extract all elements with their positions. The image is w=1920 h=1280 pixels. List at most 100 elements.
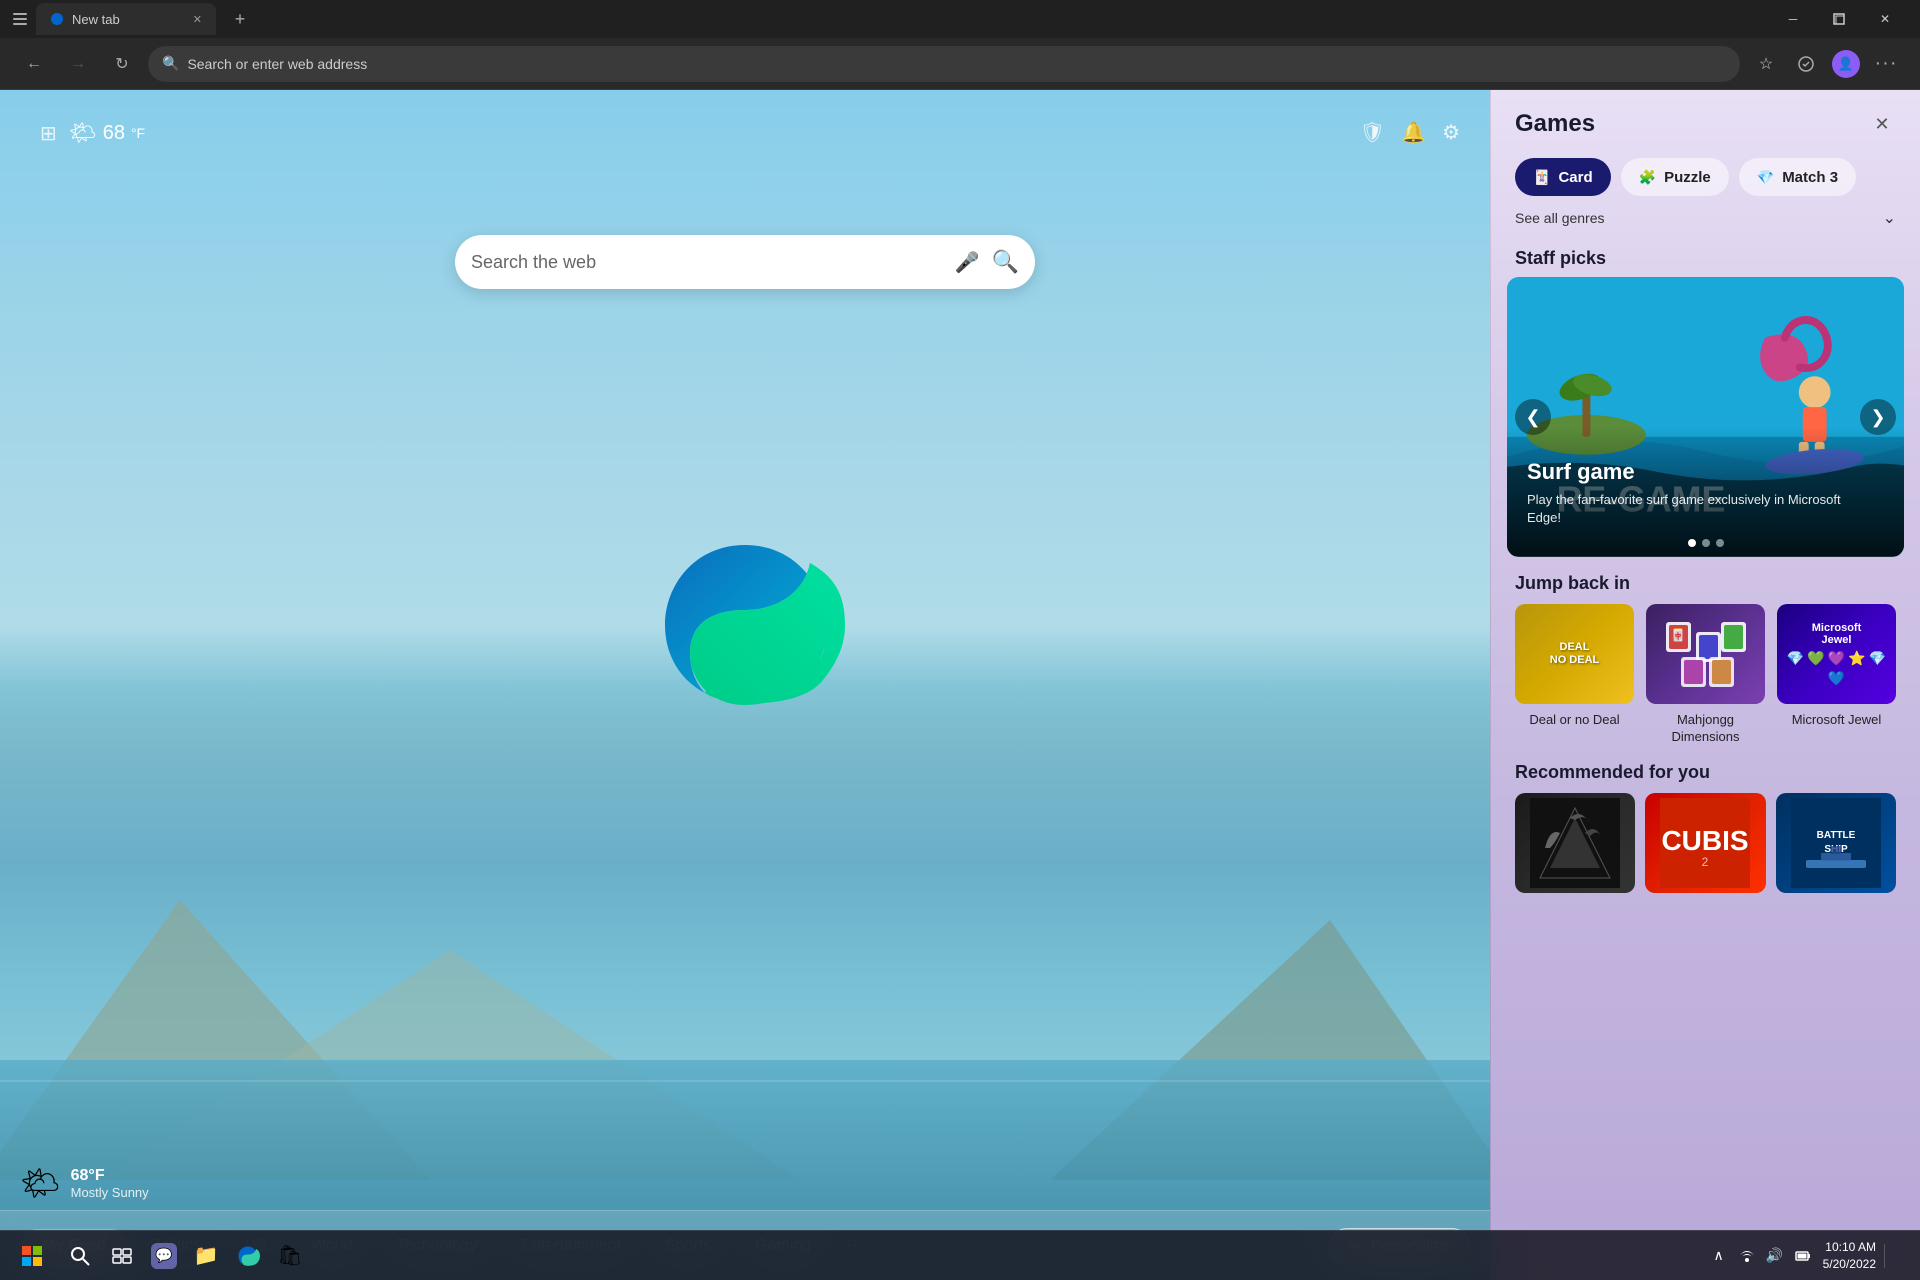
browser-frame: New tab ✕ + ─ ✕ ← → ↻ 🔍 Search or enter … (0, 0, 1920, 1280)
rec-card-cubis[interactable]: CUBIS 2 (1645, 793, 1765, 893)
browser-menu-icon[interactable] (12, 11, 28, 27)
taskbar-icons: 💬 📁 🛍 (60, 1236, 310, 1276)
taskbar: 💬 📁 🛍 ∧ 🔊 (0, 1230, 1920, 1280)
carousel-content: Surf game Play the fan-favorite surf gam… (1507, 277, 1904, 557)
content-area: ⊞ 🌤 68 °F 🛡 🔔 ⚙ Search the web 🎤 🔍 (0, 90, 1920, 1280)
window-controls: ─ ✕ (1770, 3, 1908, 35)
game-card-jewel[interactable]: MicrosoftJewel 💎💚💜 ⭐💎💙 Microsoft Jewel (1777, 604, 1896, 746)
genre-match3-label: Match 3 (1782, 169, 1838, 186)
settings-more-button[interactable]: ··· (1868, 46, 1904, 82)
top-widgets: ⊞ 🌤 68 °F (40, 120, 145, 146)
taskbar-explorer[interactable]: 📁 (186, 1236, 226, 1276)
tray-network[interactable] (1735, 1244, 1759, 1268)
carousel-prev-button[interactable]: ❮ (1515, 399, 1551, 435)
games-sidebar: Games ✕ 🃏 Card 🧩 Puzzle 💎 Match 3 (1490, 90, 1920, 1280)
jewel-title-text: MicrosoftJewel (1785, 622, 1888, 646)
mahjongg-art: 🀄 (1661, 617, 1751, 692)
carousel-next-button[interactable]: ❯ (1860, 399, 1896, 435)
bell-icon[interactable]: 🔔 (1401, 120, 1426, 145)
back-button[interactable]: ← (16, 46, 52, 82)
close-button[interactable]: ✕ (1862, 3, 1908, 35)
tray-sound[interactable]: 🔊 (1763, 1244, 1787, 1268)
weather-widget[interactable]: 🌤 68 °F (69, 120, 145, 146)
see-all-genres[interactable]: See all genres ⌄ (1491, 204, 1920, 240)
address-bar[interactable]: 🔍 Search or enter web address (148, 46, 1740, 82)
taskbar-edge[interactable] (228, 1236, 268, 1276)
search-button[interactable]: 🔍 (992, 249, 1019, 275)
weather-temp-text: 68°F (71, 1167, 149, 1185)
weather-icon: 🌤 (69, 120, 97, 146)
genre-tab-puzzle[interactable]: 🧩 Puzzle (1621, 158, 1729, 196)
search-container: Search the web 🎤 🔍 (455, 235, 1035, 289)
staff-picks-title: Staff picks (1491, 240, 1920, 277)
recommended-grid: CUBIS 2 BATTLE SHIP (1515, 793, 1896, 893)
jump-back-grid: DEALNO DEAL Deal or no Deal 🀄 (1515, 604, 1896, 746)
nav-right-icons: ☆ 👤 ··· (1748, 46, 1904, 82)
taskbar-store[interactable]: 🛍 (270, 1236, 310, 1276)
svg-text:🀄: 🀄 (1670, 628, 1685, 642)
refresh-button[interactable]: ↻ (104, 46, 140, 82)
address-text: Search or enter web address (187, 56, 1726, 72)
taskbar-chat[interactable]: 💬 (144, 1236, 184, 1276)
jewel-thumbnail: MicrosoftJewel 💎💚💜 ⭐💎💙 (1777, 604, 1896, 704)
top-right-icons: 🛡 🔔 ⚙ (1360, 120, 1460, 145)
clock-date: 5/20/2022 (1823, 1256, 1876, 1273)
genre-tab-card[interactable]: 🃏 Card (1515, 158, 1611, 196)
chevron-down-icon: ⌄ (1883, 208, 1896, 228)
show-desktop-button[interactable] (1884, 1244, 1908, 1268)
sidebar-close-button[interactable]: ✕ (1868, 110, 1896, 138)
address-search-icon: 🔍 (162, 55, 179, 72)
svg-text:BATTLE: BATTLE (1816, 830, 1855, 841)
new-tab-page: ⊞ 🌤 68 °F 🛡 🔔 ⚙ Search the web 🎤 🔍 (0, 90, 1490, 1280)
minimize-button[interactable]: ─ (1770, 3, 1816, 35)
favorites-icon[interactable]: ☆ (1748, 46, 1784, 82)
carousel-game-title: Surf game (1527, 459, 1844, 485)
battleship-art: BATTLE SHIP (1791, 798, 1881, 888)
collections-icon[interactable] (1788, 46, 1824, 82)
taskbar-clock[interactable]: 10:10 AM 5/20/2022 (1823, 1239, 1876, 1273)
tray-battery[interactable] (1791, 1244, 1815, 1268)
genre-tab-match3[interactable]: 💎 Match 3 (1739, 158, 1856, 196)
recommended-title: Recommended for you (1515, 762, 1896, 783)
rec-card-battleship[interactable]: BATTLE SHIP (1776, 793, 1896, 893)
puzzle-icon: 🧩 (1639, 169, 1656, 186)
carousel-dot-2[interactable] (1702, 539, 1710, 547)
edge-logo (645, 525, 845, 725)
tray-chevron[interactable]: ∧ (1707, 1244, 1731, 1268)
profile-button[interactable]: 👤 (1828, 46, 1864, 82)
carousel-dots (1688, 539, 1724, 547)
taskbar-taskview[interactable] (102, 1236, 142, 1276)
weather-icon-large: 🌤 (20, 1164, 61, 1202)
svg-text:CUBIS: CUBIS (1662, 825, 1749, 856)
browser-tab-active[interactable]: New tab ✕ (36, 3, 216, 35)
genre-puzzle-label: Puzzle (1664, 169, 1711, 186)
search-bar: Search the web 🎤 🔍 (455, 235, 1035, 289)
settings-icon[interactable]: ⚙ (1442, 120, 1460, 145)
carousel-dot-3[interactable] (1716, 539, 1724, 547)
jewel-game-name: Microsoft Jewel (1777, 712, 1896, 729)
apps-grid-button[interactable]: ⊞ (40, 121, 57, 146)
game-card-mahjongg[interactable]: 🀄 (1646, 604, 1765, 746)
rec-card-atari[interactable] (1515, 793, 1635, 893)
shield-icon[interactable]: 🛡 (1360, 120, 1385, 145)
tab-close-button[interactable]: ✕ (193, 13, 202, 26)
atari-art (1530, 798, 1620, 888)
maximize-button[interactable] (1816, 3, 1862, 35)
carousel-dot-1[interactable] (1688, 539, 1696, 547)
mahjongg-game-name: MahjonggDimensions (1646, 712, 1765, 746)
start-button[interactable] (12, 1236, 52, 1276)
mic-button[interactable]: 🎤 (955, 250, 980, 275)
taskbar-search[interactable] (60, 1236, 100, 1276)
search-placeholder[interactable]: Search the web (471, 252, 943, 273)
svg-text:2: 2 (1702, 855, 1709, 869)
weather-info: 68°F Mostly Sunny (71, 1167, 149, 1200)
tab-title: New tab (72, 12, 120, 27)
tab-favicon (50, 12, 64, 26)
new-tab-button[interactable]: + (224, 3, 256, 35)
cubis-thumbnail: CUBIS 2 (1645, 793, 1765, 893)
deal-text: DEALNO DEAL (1550, 641, 1600, 667)
forward-button[interactable]: → (60, 46, 96, 82)
game-card-deal[interactable]: DEALNO DEAL Deal or no Deal (1515, 604, 1634, 746)
carousel-info: Surf game Play the fan-favorite surf gam… (1527, 459, 1844, 527)
staff-picks-carousel: RE-GAME Surf game Play the fan-favorite … (1507, 277, 1904, 557)
